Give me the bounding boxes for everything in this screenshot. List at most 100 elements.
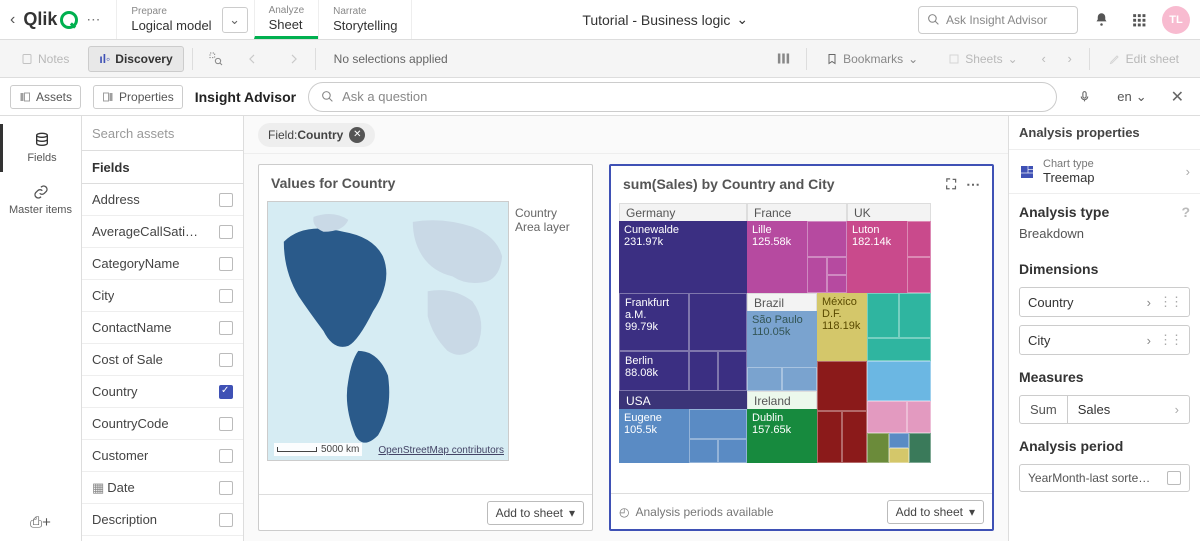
- field-row-city[interactable]: City: [82, 280, 243, 312]
- chevron-down-icon: ⌄: [736, 11, 748, 28]
- nav-narrate[interactable]: Narrate Storytelling: [318, 0, 412, 39]
- field-row-contactname[interactable]: ContactName: [82, 312, 243, 344]
- sheets-button[interactable]: Sheets⌄: [937, 46, 1028, 72]
- discovery-button[interactable]: ıl◦Discovery: [88, 46, 183, 72]
- field-checkbox[interactable]: [219, 417, 233, 431]
- apps-grid-icon[interactable]: [1124, 5, 1154, 35]
- ask-input[interactable]: Ask a question: [308, 82, 1057, 112]
- cell-lille[interactable]: Lille125.58k: [747, 221, 807, 293]
- field-checkbox[interactable]: [219, 193, 233, 207]
- edit-sheet-button[interactable]: Edit sheet: [1098, 46, 1190, 72]
- cell-mexico[interactable]: México D.F.118.19k: [817, 293, 867, 361]
- properties-toggle[interactable]: Properties: [93, 85, 183, 109]
- discovery-icon: ıl◦: [99, 52, 110, 66]
- chip-remove-icon[interactable]: ✕: [349, 127, 365, 143]
- help-icon[interactable]: ?: [1181, 204, 1190, 220]
- insight-advisor-label: Insight Advisor: [195, 89, 296, 105]
- add-panel-button[interactable]: ⎙+: [30, 514, 51, 531]
- analysis-type-label: Analysis type: [1019, 204, 1109, 220]
- user-avatar[interactable]: TL: [1162, 6, 1190, 34]
- measure-sales[interactable]: Sum Sales›: [1019, 395, 1190, 424]
- treemap-visual[interactable]: Germany Cunewalde231.97k Frankfurt a.M.9…: [619, 203, 984, 463]
- tm-hdr-usa: USA: [619, 391, 747, 410]
- field-row-costofsale[interactable]: Cost of Sale: [82, 344, 243, 376]
- field-checkbox[interactable]: [219, 257, 233, 271]
- dimension-country[interactable]: Country›⋮⋮: [1019, 287, 1190, 317]
- assets-toggle[interactable]: Assets: [10, 85, 81, 109]
- chart-type-row[interactable]: Chart typeTreemap ›: [1009, 150, 1200, 194]
- fields-header: Fields: [82, 150, 243, 184]
- selections-back-icon[interactable]: [239, 44, 269, 74]
- cell-frankfurt[interactable]: Frankfurt a.M.99.79k: [619, 293, 689, 351]
- field-chip-country[interactable]: Field:Country ✕: [258, 123, 375, 147]
- field-row-country[interactable]: Country: [82, 376, 243, 408]
- field-row-description[interactable]: Description: [82, 504, 243, 536]
- bookmarks-button[interactable]: Bookmarks⌄: [815, 46, 929, 72]
- map-attribution[interactable]: OpenStreetMap contributors: [378, 445, 504, 456]
- selections-forward-icon[interactable]: [277, 44, 307, 74]
- treemap-title: sum(Sales) by Country and City: [623, 176, 835, 192]
- analysis-period-select[interactable]: YearMonth-last sorte…: [1019, 464, 1190, 492]
- drag-icon[interactable]: ⋮⋮: [1159, 332, 1181, 348]
- treemap-card: sum(Sales) by Country and City ⛶ ⋯ Germa…: [609, 164, 994, 531]
- map-legend: Country Area layer: [509, 201, 584, 461]
- period-checkbox[interactable]: [1167, 471, 1181, 485]
- cell-luton[interactable]: Luton182.14k: [847, 221, 907, 293]
- field-checkbox[interactable]: [219, 481, 233, 495]
- panel-right-icon: [102, 91, 114, 103]
- notes-button[interactable]: Notes: [10, 46, 80, 72]
- field-row-address[interactable]: Address: [82, 184, 243, 216]
- master-items-tab[interactable]: Master items: [0, 176, 81, 224]
- selections-tool-icon[interactable]: [768, 44, 798, 74]
- field-row-date[interactable]: ▦Date: [82, 472, 243, 504]
- top-search[interactable]: Ask Insight Advisor: [918, 6, 1078, 34]
- field-row-countrycode[interactable]: CountryCode: [82, 408, 243, 440]
- analysis-periods-note: ◴Analysis periods available: [619, 505, 774, 519]
- app-menu-icon[interactable]: ⋯: [86, 11, 100, 28]
- dimension-city[interactable]: City›⋮⋮: [1019, 325, 1190, 355]
- back-button[interactable]: ‹: [10, 11, 15, 29]
- field-row-categoryname[interactable]: CategoryName: [82, 248, 243, 280]
- map-scale: 5000 km: [274, 443, 362, 456]
- mic-icon[interactable]: [1069, 82, 1099, 112]
- card-menu-icon[interactable]: ⋯: [966, 176, 980, 193]
- nav-analyze[interactable]: Analyze Sheet: [254, 0, 319, 39]
- field-checkbox[interactable]: [219, 449, 233, 463]
- map-add-to-sheet[interactable]: Add to sheet▾: [487, 501, 584, 525]
- field-row-averagecallsatisfa[interactable]: AverageCallSatisfa...: [82, 216, 243, 248]
- close-advisor[interactable]: ✕: [1165, 87, 1190, 107]
- nav-prepare[interactable]: Prepare Logical model: [116, 0, 225, 39]
- notifications-icon[interactable]: [1086, 5, 1116, 35]
- tm-hdr-germany: Germany: [619, 203, 747, 222]
- cell-eugene[interactable]: Eugene105.5k: [619, 409, 689, 463]
- field-checkbox[interactable]: [219, 225, 233, 239]
- cell-germany-other1[interactable]: [689, 293, 747, 351]
- sheet-prev[interactable]: ‹: [1033, 51, 1055, 66]
- fullscreen-icon[interactable]: ⛶: [946, 176, 956, 193]
- note-icon: [21, 53, 33, 65]
- cell-cunewalde[interactable]: Cunewalde231.97k: [619, 221, 747, 293]
- cell-saopaulo[interactable]: São Paulo110.05k: [747, 311, 817, 367]
- language-select[interactable]: en⌄: [1111, 89, 1152, 105]
- field-checkbox[interactable]: [219, 385, 233, 399]
- field-row-customer[interactable]: Customer: [82, 440, 243, 472]
- field-checkbox[interactable]: [219, 353, 233, 367]
- cell-berlin[interactable]: Berlin88.08k: [619, 351, 689, 391]
- smart-search-icon[interactable]: [201, 44, 231, 74]
- sheet-icon: [948, 53, 960, 65]
- nav-prepare-caret[interactable]: ⌄: [222, 7, 248, 33]
- field-checkbox[interactable]: [219, 289, 233, 303]
- drag-icon[interactable]: ⋮⋮: [1159, 294, 1181, 310]
- asset-search-input[interactable]: Search assets: [82, 116, 243, 150]
- sheet-next[interactable]: ›: [1059, 51, 1081, 66]
- tree-add-to-sheet[interactable]: Add to sheet▾: [887, 500, 984, 524]
- map-visual[interactable]: 5000 km OpenStreetMap contributors: [267, 201, 509, 461]
- field-checkbox[interactable]: [219, 321, 233, 335]
- cell-dublin[interactable]: Dublin157.65k: [747, 409, 817, 463]
- field-checkbox[interactable]: [219, 513, 233, 527]
- measures-label: Measures: [1009, 359, 1200, 391]
- fields-tab[interactable]: Fields: [0, 124, 81, 172]
- app-title[interactable]: Tutorial - Business logic⌄: [420, 11, 910, 28]
- logo: Qlik: [23, 9, 78, 30]
- search-icon: [321, 90, 334, 103]
